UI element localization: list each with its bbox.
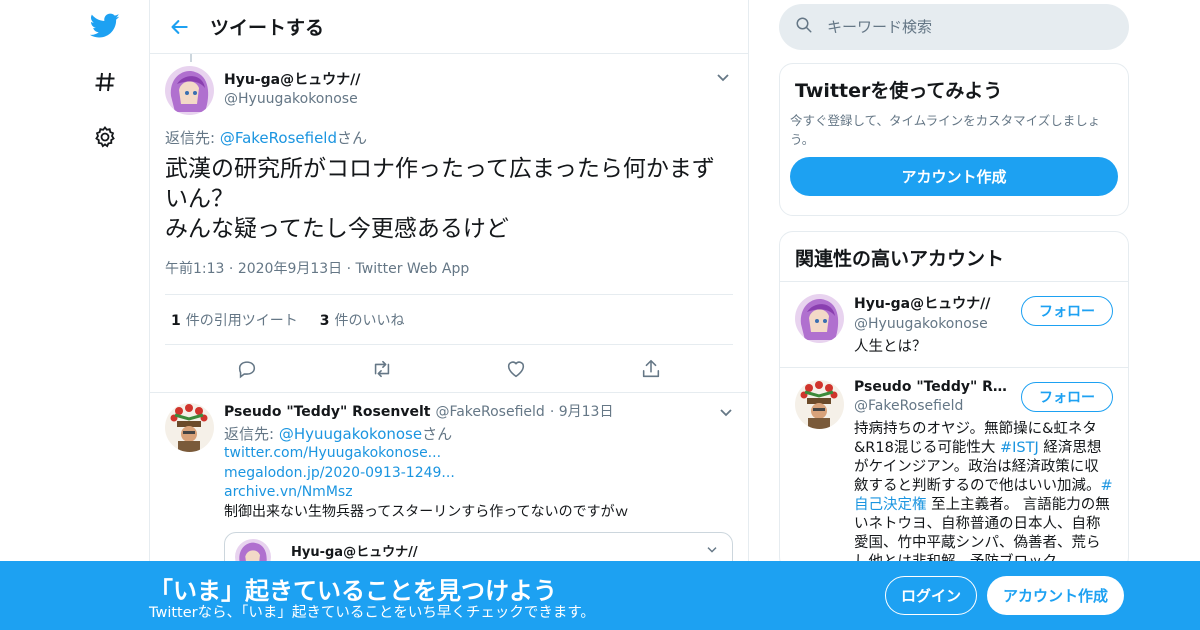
like-heart-icon[interactable] [499, 352, 533, 386]
tweet-author-row: Hyu-ga@ヒュウナ// @Hyuugakokonose [165, 66, 733, 115]
link-list: twitter.com/Hyuugakokonose... megalodon.… [224, 444, 733, 503]
tweet-actions [150, 345, 748, 393]
chevron-down-icon[interactable] [706, 541, 718, 561]
quote-count: 1 [171, 312, 181, 329]
tweet-link[interactable]: megalodon.jp/2020-0913-1249... [224, 465, 455, 481]
reply-to-suffix: さん [337, 129, 368, 147]
reply-author-handle[interactable]: @FakeRosefield [435, 403, 544, 423]
author-names: Hyu-ga@ヒュウナ// @Hyuugakokonose [224, 69, 360, 107]
twitter-logo-icon[interactable] [80, 6, 130, 46]
tweet-link[interactable]: archive.vn/NmMsz [224, 484, 353, 500]
author-display-name[interactable]: Hyu-ga@ヒュウナ// [224, 69, 360, 89]
tweet-date[interactable]: 2020年9月13日 [238, 261, 342, 277]
search-input[interactable] [827, 18, 1107, 36]
tweet-link[interactable]: twitter.com/Hyuugakokonose... [224, 445, 441, 461]
share-icon[interactable] [634, 352, 668, 386]
login-button[interactable]: ログイン [885, 576, 977, 615]
settings-gear-icon[interactable] [80, 117, 130, 157]
quote-tweets-stat[interactable]: 1 件の引用ツイート [171, 310, 298, 330]
reply-icon[interactable] [230, 352, 264, 386]
back-arrow-icon[interactable] [150, 0, 210, 54]
avatar[interactable] [165, 403, 214, 452]
likes-stat[interactable]: 3 件のいいね [320, 310, 405, 330]
like-label: 件のいいね [334, 312, 405, 329]
banner-create-account-button[interactable]: アカウント作成 [987, 576, 1124, 615]
create-account-button[interactable]: アカウント作成 [790, 157, 1118, 196]
related-account[interactable]: Hyu-ga@ヒュウナ// @Hyuugakokonose 人生とは？ フォロー [780, 281, 1128, 367]
avatar[interactable] [165, 66, 214, 115]
reply-date[interactable]: · 9月13日 [550, 403, 614, 423]
tweet-meta: 午前1:13 · 2020年9月13日 · Twitter Web App [165, 258, 733, 295]
retweet-icon[interactable] [365, 352, 399, 386]
quote-label: 件の引用ツイート [185, 312, 298, 329]
page: ツイートする Hyu-ga@ヒュウナ// @Hyuugakokonose 返信先… [0, 0, 1200, 630]
avatar[interactable] [795, 294, 844, 343]
tweet-text-line: みんな疑ってたし今更感あるけど [165, 216, 509, 242]
tweet-time[interactable]: 午前1:13 [165, 261, 224, 277]
reply-to-link[interactable]: @FakeRosefield [220, 129, 337, 147]
reply-to-line: 返信先: @FakeRosefieldさん [165, 127, 733, 148]
reply-text: 制御出来ない生物兵器ってスターリンすら作ってないのですがｗ [224, 503, 629, 520]
main-column: ツイートする Hyu-ga@ヒュウナ// @Hyuugakokonose 返信先… [149, 0, 749, 630]
focused-tweet: Hyu-ga@ヒュウナ// @Hyuugakokonose 返信先: @Fake… [150, 54, 748, 393]
tweet-stats: 1 件の引用ツイート 3 件のいいね [165, 295, 733, 345]
related-account-name[interactable]: Pseudo "Teddy" Rosenvelt [854, 379, 1014, 395]
avatar[interactable] [795, 380, 844, 429]
related-account-name[interactable]: Hyu-ga@ヒュウナ// [854, 293, 1014, 313]
main-header: ツイートする [150, 0, 748, 54]
explore-hashtag-icon[interactable] [80, 62, 130, 102]
follow-button[interactable]: フォロー [1021, 382, 1113, 412]
tweet-text-line: 武漢の研究所がコロナ作ったって広まったら何かまずいん？ [165, 156, 715, 212]
reply-author-name[interactable]: Pseudo "Teddy" Rosenvelt [224, 403, 430, 423]
signup-card-title: Twitterを使ってみよう [795, 80, 1003, 102]
reply-to-line: 返信先: @Hyuugakokonoseさん [224, 425, 733, 445]
page-title: ツイートする [210, 17, 325, 39]
related-accounts-title: 関連性の高いアカウント [795, 248, 1005, 270]
like-count: 3 [319, 312, 330, 329]
reply-head: Pseudo "Teddy" Rosenvelt @FakeRosefield … [224, 403, 733, 423]
related-account-bio: 持病持ちのオヤジ。無節操に&虹ネタ&R18混じる可能性大 #ISTJ 経済思想が… [854, 420, 1113, 570]
tweet-text: 武漢の研究所がコロナ作ったって広まったら何かまずいん？ みんな疑ってたし今更感あ… [165, 154, 733, 244]
search-icon [795, 16, 813, 38]
banner-subtitle: Twitterなら、「いま」起きていることをいち早くチェックできます。 [149, 605, 595, 621]
chevron-down-icon[interactable] [713, 68, 733, 88]
signup-banner: 「いま」起きていることを見つけよう Twitterなら、「いま」起きていることを… [0, 561, 1200, 630]
signup-card-desc: 今すぐ登録して、タイムラインをカスタマイズしましょう。 [790, 113, 1101, 147]
reply-date-text: 9月13日 [558, 404, 614, 420]
tweet-source: Twitter Web App [355, 261, 470, 277]
reply-to-prefix: 返信先: [224, 424, 279, 443]
search-bar[interactable] [779, 4, 1129, 50]
related-account[interactable]: Pseudo "Teddy" Rosenvelt @FakeRosefield … [780, 367, 1128, 570]
reply-to-suffix: さん [422, 424, 453, 443]
reply-to-link[interactable]: @Hyuugakokonose [279, 425, 422, 443]
related-accounts-card: 関連性の高いアカウント Hyu-ga@ヒュウナ// @Hyuugakokonos… [779, 231, 1129, 571]
reply-to-prefix: 返信先: [165, 129, 220, 147]
chevron-down-icon[interactable] [719, 405, 733, 425]
follow-button[interactable]: フォロー [1021, 296, 1113, 326]
related-account-bio: 人生とは？ [854, 339, 927, 355]
thread-line [190, 54, 192, 62]
author-handle[interactable]: @Hyuugakokonose [224, 91, 360, 107]
hashtag-link[interactable]: #ISTJ [1000, 440, 1039, 456]
signup-card: Twitterを使ってみよう 今すぐ登録して、タイムラインをカスタマイズしましょ… [779, 63, 1129, 216]
